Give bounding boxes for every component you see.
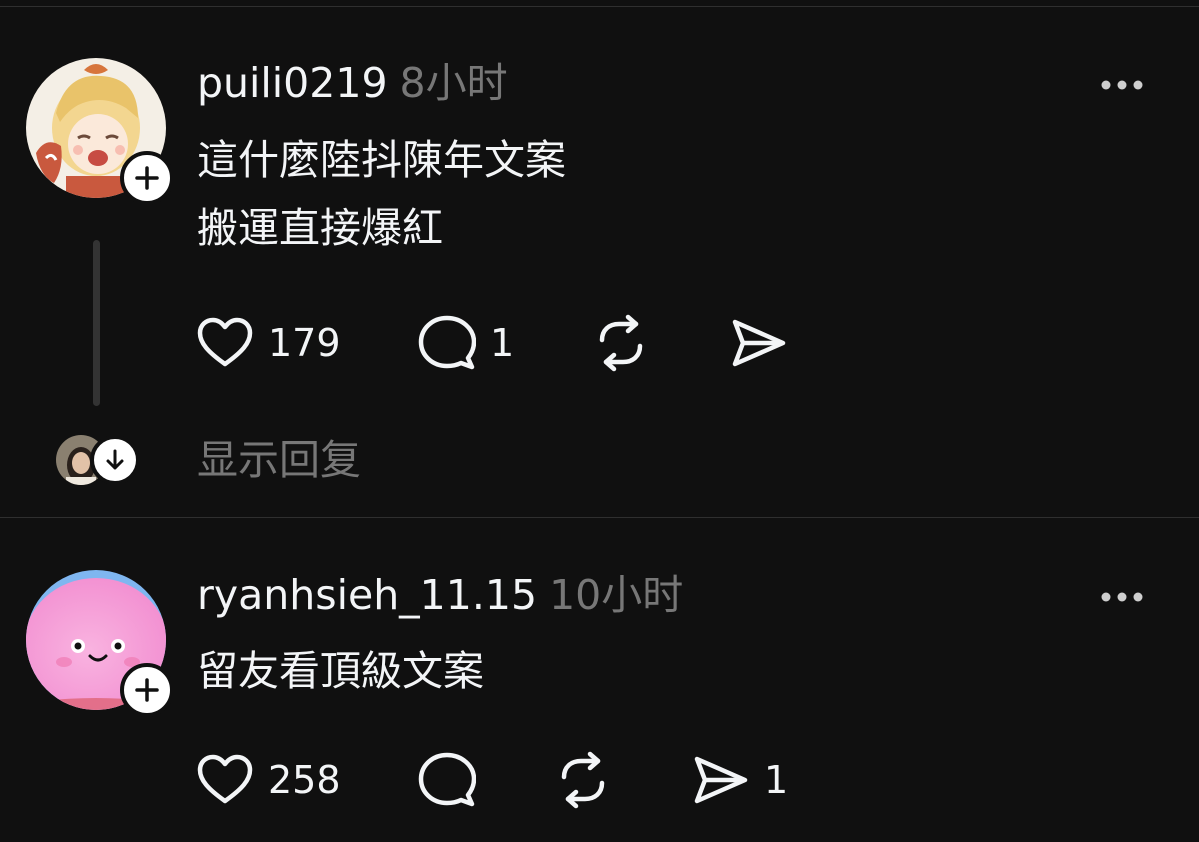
post-text-line-1: 這什麼陸抖陳年文案: [197, 136, 566, 184]
repost-arrows-icon: [599, 314, 643, 372]
repost-button[interactable]: [592, 313, 664, 373]
show-replies-toggle[interactable]: [90, 435, 140, 485]
repost-arrows-icon: [561, 751, 605, 809]
speech-bubble-icon: [418, 752, 476, 807]
follow-button[interactable]: [120, 151, 174, 205]
username[interactable]: ryanhsieh_11.15: [197, 571, 537, 619]
speech-bubble-icon: [418, 315, 476, 370]
top-divider: [0, 6, 1199, 7]
plus-icon: [135, 678, 159, 702]
like-button[interactable]: 258: [196, 750, 341, 810]
reply-count: 1: [490, 321, 515, 365]
heart-icon: [197, 754, 253, 804]
post-header: puili0219 8小时: [197, 58, 508, 108]
post-header: ryanhsieh_11.15 10小时: [197, 570, 683, 620]
plus-icon: [135, 166, 159, 190]
reply-button[interactable]: 1: [418, 313, 514, 373]
heart-icon: [197, 317, 253, 367]
repost-button[interactable]: [554, 750, 626, 810]
like-count: 258: [268, 758, 341, 802]
post-text-line-2: 搬運直接爆紅: [197, 204, 443, 252]
thread-line: [93, 240, 100, 406]
share-button[interactable]: 1: [692, 750, 788, 810]
more-options-button[interactable]: [1100, 589, 1144, 603]
paper-plane-icon: [732, 319, 786, 367]
like-count: 179: [268, 321, 341, 365]
like-button[interactable]: 179: [196, 313, 341, 373]
follow-button[interactable]: [120, 663, 174, 717]
timestamp[interactable]: 8小时: [400, 59, 508, 107]
post-text-line-1: 留友看頂級文案: [197, 647, 484, 695]
arrow-down-icon: [106, 449, 124, 470]
timestamp[interactable]: 10小时: [549, 571, 683, 619]
username[interactable]: puili0219: [197, 59, 388, 107]
post-divider: [0, 517, 1199, 518]
show-replies-link[interactable]: 显示回复: [197, 430, 361, 490]
more-options-button[interactable]: [1100, 77, 1144, 91]
share-count: 1: [764, 758, 789, 802]
paper-plane-icon: [694, 756, 748, 804]
more-dots-icon: [1101, 592, 1143, 602]
more-dots-icon: [1101, 80, 1143, 90]
reply-button[interactable]: [418, 750, 490, 810]
share-button[interactable]: [730, 313, 802, 373]
